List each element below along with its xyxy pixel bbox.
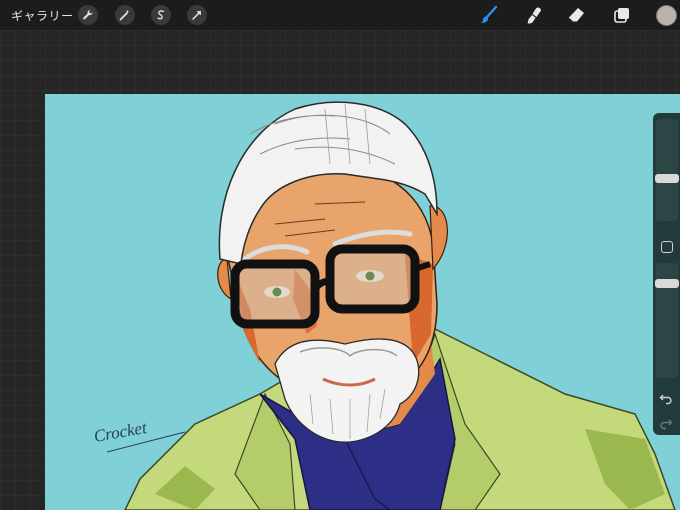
gallery-button[interactable]: ギャラリー (11, 7, 74, 24)
adjustments-wand-icon[interactable] (115, 5, 135, 25)
layers-icon[interactable] (612, 5, 632, 25)
modify-button[interactable] (661, 241, 673, 253)
magic-wand-icon (119, 9, 130, 21)
undo-icon[interactable] (659, 391, 673, 405)
selection-icon (157, 10, 165, 20)
eraser-icon[interactable] (566, 5, 586, 25)
signature-text: Crocket (92, 418, 149, 446)
portrait-illustration: Crocket (92, 101, 676, 510)
opacity-thumb[interactable] (655, 278, 679, 288)
redo-icon[interactable] (659, 416, 673, 430)
drawing-canvas[interactable]: Crocket (45, 94, 680, 510)
transform-tool[interactable] (187, 5, 207, 25)
brush-size-slider[interactable] (656, 119, 678, 221)
wrench-icon (83, 10, 93, 20)
brush-icon[interactable] (479, 5, 499, 25)
top-toolbar: ギャラリー (0, 0, 680, 30)
actions-wrench-icon[interactable] (78, 5, 98, 25)
selection-tool[interactable] (151, 5, 171, 25)
smudge-icon[interactable] (524, 5, 544, 25)
brush-size-thumb[interactable] (655, 173, 679, 183)
color-picker-button[interactable] (656, 5, 677, 26)
brush-sidebar (653, 113, 680, 435)
transform-arrow-icon (192, 11, 201, 20)
